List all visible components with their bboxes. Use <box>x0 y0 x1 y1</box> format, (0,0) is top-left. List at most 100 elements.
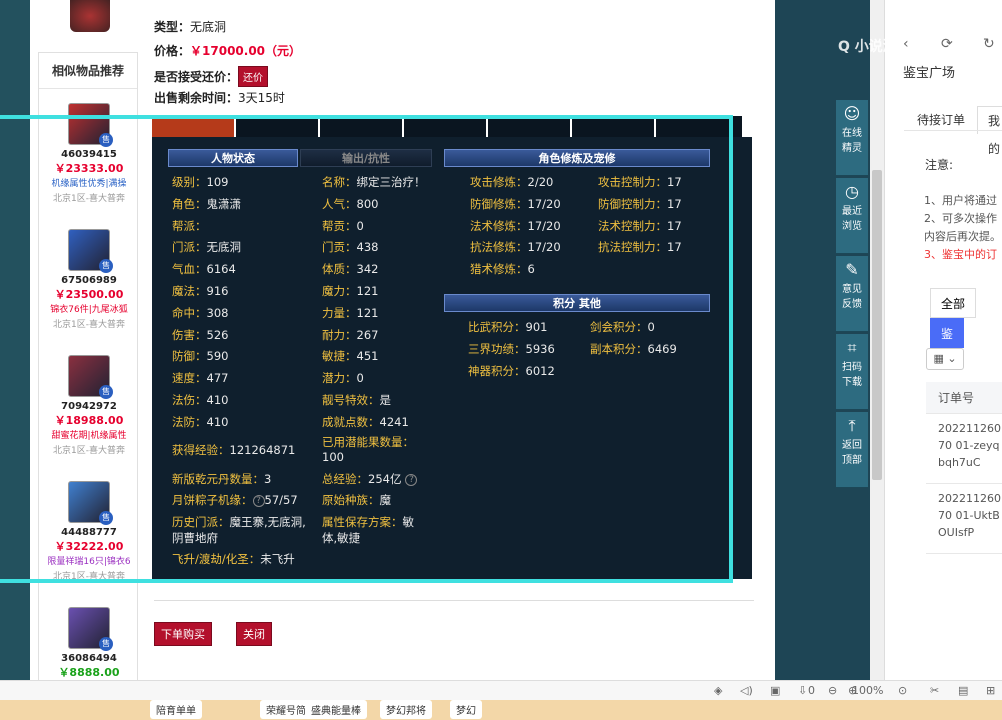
float-item-最近[interactable]: ◷ 最近 浏览 <box>836 178 868 254</box>
stat-key: 比武积分： <box>468 320 526 334</box>
recommend-list: 相似物品推荐 售 46039415 ￥23333.00 机缘属性优秀|满操 北京1区-喜… <box>38 52 138 692</box>
grid-view-button[interactable]: ▦ ⌄ <box>926 348 964 370</box>
panel-tab[interactable] <box>320 116 404 138</box>
float-label: 在线 <box>842 128 862 139</box>
stat-row: 成就点数：4241 <box>322 414 409 430</box>
panel-tab[interactable] <box>152 116 236 138</box>
taskbar-item[interactable]: 梦幻 <box>450 700 482 719</box>
item-price: ￥8888.00 <box>58 666 120 679</box>
float-label: 浏览 <box>842 221 862 232</box>
character-panel: 人物状态 输出/抗性 角色修炼及宠修 积分 其他 级别：109 角色：鬼潇潇 帮派：… <box>152 137 752 579</box>
help-icon[interactable]: ? <box>405 473 418 486</box>
float-item-在线[interactable]: ☺ 在线 精灵 <box>836 100 868 176</box>
sell-badge: 售 <box>99 637 113 651</box>
stat-key: 神器积分： <box>468 363 526 378</box>
item-id[interactable]: 44488777 <box>39 527 139 538</box>
table-row[interactable]: 20221126070 01-zeyqbqh7uC <box>926 414 1002 484</box>
points-header: 积分 其他 <box>444 294 710 312</box>
volume-icon[interactable]: ◁) <box>740 684 753 697</box>
recommend-title: 相似物品推荐 <box>39 53 137 89</box>
bargain-button[interactable]: 还价 <box>238 66 269 87</box>
stat-row: 法伤：410 <box>172 392 228 408</box>
zoom-out-icon[interactable]: ⊖ <box>828 684 837 697</box>
float-label: 意见 <box>842 284 862 295</box>
panel-tab[interactable] <box>236 116 320 138</box>
stat-key: 命中： <box>172 305 207 320</box>
scrollbar-thumb[interactable] <box>872 170 882 480</box>
grid-icon[interactable]: ⊞ <box>986 684 995 697</box>
stat-value: 308 <box>206 305 229 320</box>
status-header[interactable]: 人物状态 <box>168 149 298 167</box>
help-icon[interactable]: ? <box>252 494 265 507</box>
panel-tab[interactable] <box>656 116 740 138</box>
item-avatar[interactable]: 售 <box>68 481 113 525</box>
item-id[interactable]: 67506989 <box>39 275 139 286</box>
stat-key: 法术控制力： <box>598 218 667 233</box>
stat-row: 法防：410 <box>172 414 228 430</box>
item-id[interactable]: 70942972 <box>39 401 139 412</box>
stat-key: 防御： <box>172 349 207 364</box>
list-item[interactable]: 售 67506989 ￥23500.00 锦衣76件|九尾冰狐 北京1区-喜大普奔 <box>39 229 139 330</box>
filter-appraise-button[interactable]: 鉴 <box>930 318 965 348</box>
panel-tab[interactable] <box>488 116 572 138</box>
taskbar-item[interactable]: 盛典能量棒 <box>305 700 367 719</box>
float-item-返回[interactable]: ⤒ 返回 顶部 <box>836 412 868 488</box>
output-header[interactable]: 输出/抗性 <box>300 149 432 167</box>
points-row: 剑会积分：0 <box>590 319 655 335</box>
download-icon[interactable]: ⇩ <box>798 684 807 697</box>
shield-icon[interactable]: ◈ <box>714 684 722 697</box>
stat-value: 121 <box>356 284 379 298</box>
float-label: 扫码 <box>842 362 862 373</box>
stat-key: 门派： <box>172 240 207 255</box>
stat-key: 门贡： <box>322 240 357 255</box>
link-icon[interactable]: ⟳ <box>941 36 953 52</box>
side-title: 鉴宝广场 <box>903 66 956 81</box>
stat-value: 绑定三治疗！ <box>356 175 426 189</box>
genie-icon: ☺ <box>843 104 861 123</box>
buy-button[interactable]: 下单购买 <box>154 622 212 646</box>
scissors-icon[interactable]: ✂ <box>930 684 939 697</box>
panel-tab[interactable] <box>572 116 656 138</box>
item-avatar[interactable]: 售 <box>68 103 113 147</box>
item-id[interactable]: 46039415 <box>39 149 139 160</box>
info-icon[interactable]: ⊙ <box>898 684 907 697</box>
stat-value: 0 <box>647 320 655 334</box>
item-avatar[interactable]: 售 <box>68 229 113 273</box>
stat-value: 477 <box>206 371 229 386</box>
float-item-意见[interactable]: ✎ 意见 反馈 <box>836 256 868 332</box>
stat-value: 17 <box>667 196 682 211</box>
refresh-icon[interactable]: ↻ <box>983 36 995 52</box>
item-avatar[interactable]: 售 <box>68 355 113 399</box>
item-tags: 锦衣76件|九尾冰狐 <box>50 305 128 315</box>
close-button[interactable]: 关闭 <box>236 622 272 646</box>
panel-tab[interactable] <box>404 116 488 138</box>
image-icon[interactable]: ▤ <box>958 684 968 697</box>
float-toolbar: ☺ 在线 精灵 ◷ 最近 浏览 ✎ 意见 反馈 ⌗ 扫码 下载 ⤒ 返回 顶部 <box>836 100 868 490</box>
taskbar-item[interactable]: 梦幻邦将 <box>380 700 432 719</box>
list-item[interactable]: 售 36086494 ￥8888.00 <box>39 607 139 682</box>
float-label: 返回 <box>842 440 862 451</box>
stat-key: 气血： <box>172 262 207 277</box>
item-id[interactable]: 36086494 <box>39 653 139 664</box>
stat-row: 原始种族：魔 <box>322 492 391 508</box>
item-tags: 机缘属性优秀|满操 <box>51 179 127 189</box>
list-item[interactable]: 售 44488777 ￥32222.00 限量祥瑞16只|锦衣6 北京1区-喜大普奔 <box>39 481 139 582</box>
cultivation-row: 抗法控制力：17 <box>598 239 682 255</box>
float-item-扫码[interactable]: ⌗ 扫码 下载 <box>836 334 868 410</box>
list-item[interactable]: 售 46039415 ￥23333.00 机缘属性优秀|满操 北京1区-喜大普奔 <box>39 103 139 204</box>
stat-row: 靓号特效：是 <box>322 392 391 408</box>
cultivation-row: 猎术修炼：6 <box>470 261 535 277</box>
stat-value: 410 <box>206 393 229 407</box>
stat-row: 帮派： <box>172 218 207 234</box>
panel-tabbar <box>152 116 742 138</box>
stat-value: 阴曹地府 <box>172 531 218 545</box>
stat-key: 耐力： <box>322 327 357 342</box>
list-item[interactable]: 售 70942972 ￥18988.00 甜蜜花期|机缘属性 北京1区-喜大普奔 <box>39 355 139 456</box>
note-line: 内容后再次提。 <box>924 230 1001 243</box>
filter-all-button[interactable]: 全部 <box>930 288 977 318</box>
window-icon[interactable]: ▣ <box>770 684 780 697</box>
taskbar-item[interactable]: 陪育单单 <box>150 700 202 719</box>
price-line: 价格：￥17000.00（元） <box>154 42 301 59</box>
item-avatar[interactable]: 售 <box>68 607 113 651</box>
table-row[interactable]: 20221126070 01-UktBOUIsfP <box>926 484 1002 554</box>
